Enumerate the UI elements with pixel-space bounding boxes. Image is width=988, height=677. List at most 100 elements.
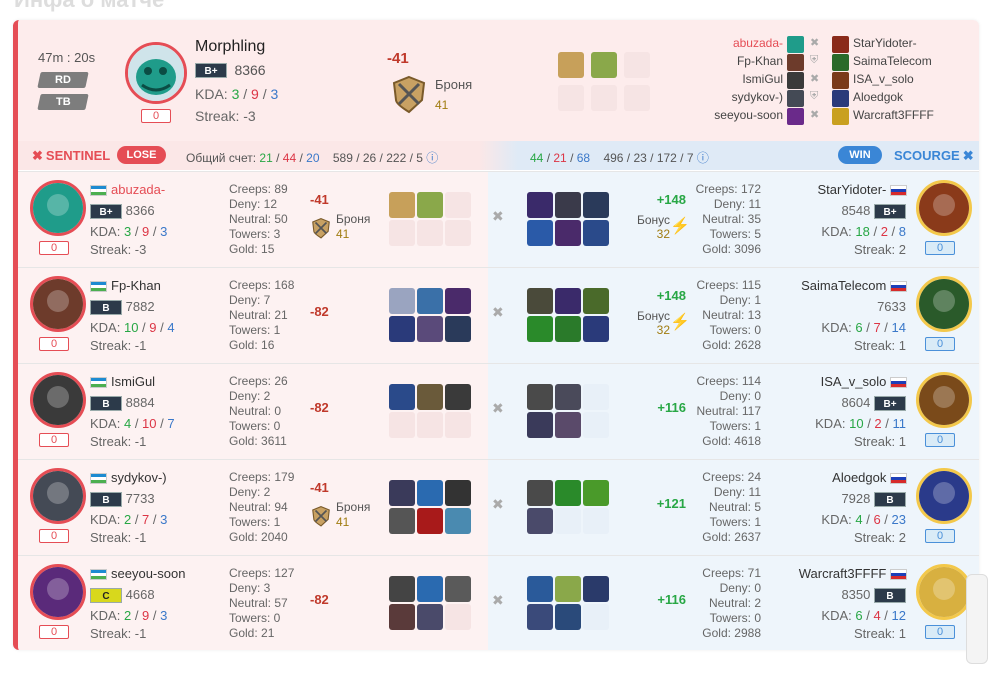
bonus-label: Бонус — [636, 213, 670, 227]
mini-hero-icon — [832, 36, 849, 53]
item-icon[interactable] — [555, 384, 581, 410]
item-icon[interactable] — [417, 508, 443, 534]
scourge-stats: Creeps: 24 Deny: 11 Neutral: 5 Towers: 1 Gol… — [702, 470, 761, 544]
item-icon[interactable] — [527, 604, 553, 630]
item-icon[interactable] — [445, 288, 471, 314]
empty-slot — [624, 85, 650, 111]
item-icon[interactable] — [417, 576, 443, 602]
scourge-hero-avatar[interactable] — [916, 564, 972, 620]
sentinel-player-name[interactable]: IsmiGul — [90, 374, 155, 389]
item-icon[interactable] — [417, 384, 443, 410]
item-icon[interactable] — [445, 508, 471, 534]
scourge-player-name[interactable]: ISA_v_solo — [821, 374, 911, 389]
sentinel-player-name[interactable]: sydykov-) — [90, 470, 167, 485]
item-icon[interactable] — [389, 508, 415, 534]
item-icon[interactable] — [583, 480, 609, 506]
item-icon[interactable] — [555, 412, 581, 438]
item-icon[interactable] — [527, 220, 553, 246]
kda-line: KDA: 18 / 2 / 8 — [821, 224, 906, 239]
item-icon[interactable] — [389, 288, 415, 314]
scourge-hero-avatar[interactable] — [916, 276, 972, 332]
item-icon[interactable] — [445, 480, 471, 506]
scourge-hero-avatar[interactable] — [916, 180, 972, 236]
header-sentinel-player[interactable]: abuzada- — [733, 36, 783, 50]
item-icon[interactable] — [389, 604, 415, 630]
bonus-label: Бонус — [636, 309, 670, 323]
item-icon[interactable] — [527, 576, 553, 602]
item-icon[interactable] — [445, 576, 471, 602]
header-scourge-player[interactable]: StarYidoter- — [853, 36, 917, 50]
streak-line: Streak: 1 — [853, 434, 906, 449]
item-icon[interactable] — [555, 576, 581, 602]
scourge-player-name[interactable]: Aloedgok — [832, 470, 911, 485]
sentinel-hero-avatar[interactable] — [30, 468, 86, 524]
sentinel-player-name[interactable]: seeyou-soon — [90, 566, 185, 581]
item-icon[interactable] — [527, 316, 553, 342]
item-icon[interactable] — [417, 192, 443, 218]
streak-line: Streak: 2 — [853, 530, 906, 545]
sentinel-hero-avatar[interactable] — [30, 564, 86, 620]
item-icon[interactable] — [555, 288, 581, 314]
header-scourge-player[interactable]: Aloedgok — [853, 90, 903, 104]
match-duration: 47m : 20s — [38, 50, 96, 65]
sentinel-player-name[interactable]: Fp-Khan — [90, 278, 161, 293]
item-icon[interactable] — [555, 604, 581, 630]
item-icon[interactable] — [389, 576, 415, 602]
item-icon[interactable] — [583, 576, 609, 602]
sentinel-hero-avatar[interactable] — [30, 180, 86, 236]
scourge-player-name[interactable]: SaimaTelecom — [801, 278, 911, 293]
header-sentinel-player[interactable]: Fp-Khan — [737, 54, 783, 68]
header-sentinel-player[interactable]: sydykov-) — [732, 90, 783, 104]
sentinel-hero-avatar[interactable] — [30, 276, 86, 332]
empty-slot — [389, 412, 415, 438]
scourge-hero-avatar[interactable] — [916, 372, 972, 428]
item-icon[interactable] — [555, 220, 581, 246]
mini-hero-icon — [832, 54, 849, 71]
item-icon[interactable] — [583, 316, 609, 342]
item-icon[interactable] — [527, 412, 553, 438]
item-icon[interactable] — [389, 480, 415, 506]
item-icon[interactable] — [417, 604, 443, 630]
mmr-delta: -82 — [310, 400, 329, 415]
item-icon[interactable] — [555, 316, 581, 342]
item-icon[interactable] — [417, 288, 443, 314]
header-scourge-player[interactable]: Warcraft3FFFF — [853, 108, 934, 122]
item-icon[interactable] — [445, 316, 471, 342]
item-icon[interactable] — [583, 192, 609, 218]
item-icon[interactable] — [527, 384, 553, 410]
item-icon[interactable] — [389, 316, 415, 342]
item-icon[interactable] — [445, 384, 471, 410]
item-icon[interactable] — [583, 288, 609, 314]
item-icon[interactable] — [527, 508, 553, 534]
item-icon[interactable] — [527, 192, 553, 218]
item-icon[interactable] — [389, 384, 415, 410]
sentinel-hero-avatar[interactable] — [30, 372, 86, 428]
item-icon[interactable] — [555, 192, 581, 218]
item-icon[interactable] — [417, 480, 443, 506]
side-widget[interactable] — [966, 574, 988, 664]
flag-icon — [890, 185, 907, 197]
item-icon[interactable] — [389, 192, 415, 218]
streak-line: Streak: -1 — [90, 626, 147, 641]
sentinel-stats: Creeps: 179 Deny: 2 Neutral: 94 Towers: 1 Go… — [229, 470, 295, 544]
mini-hero-icon — [787, 90, 804, 107]
header-scourge-player[interactable]: SaimaTelecom — [853, 54, 932, 68]
item-icon[interactable] — [555, 480, 581, 506]
header-sentinel-player[interactable]: seeyou-soon — [714, 108, 783, 122]
scourge-player-name[interactable]: Warcraft3FFFF — [799, 566, 911, 581]
header-sentinel-player[interactable]: IsmiGul — [742, 72, 783, 86]
scourge-player-name[interactable]: StarYidoter- — [817, 182, 911, 197]
item-icon[interactable] — [527, 288, 553, 314]
mode-tag-rd: RD — [37, 72, 89, 88]
mmr-delta: -41 — [387, 50, 409, 67]
scourge-hero-avatar[interactable] — [916, 468, 972, 524]
item-icon[interactable] — [417, 316, 443, 342]
armor-label: Броня — [336, 500, 371, 514]
streak-zero-box: 0 — [925, 625, 955, 639]
header-scourge-player[interactable]: ISA_v_solo — [853, 72, 914, 86]
mini-hero-icon — [787, 54, 804, 71]
sentinel-player-name[interactable]: abuzada- — [90, 182, 165, 197]
mmr-delta: -41 — [310, 480, 329, 495]
item-icon[interactable] — [527, 480, 553, 506]
item-icon[interactable] — [583, 220, 609, 246]
